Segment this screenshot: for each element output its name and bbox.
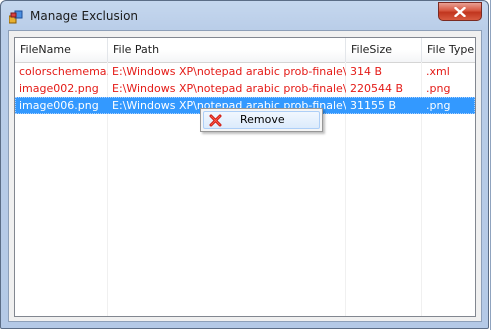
column-header-filename[interactable]: FileName [15,38,108,62]
table-row[interactable]: image002.png E:\Windows XP\notepad arabi… [15,80,475,97]
remove-label: Remove [240,113,285,126]
table-row[interactable]: colorschemema... E:\Windows XP\notepad a… [15,63,475,80]
remove-menu-item[interactable]: Remove [203,111,320,129]
cell-filename: image002.png [19,82,99,95]
column-header-filepath[interactable]: File Path [108,38,346,62]
cell-filename: colorschemema... [19,65,108,78]
cell-filesize: 314 B [350,65,383,78]
cell-filename: image006.png [19,99,99,112]
remove-x-icon [209,114,222,127]
cell-filetype: .xml [426,65,450,78]
background-window-edge [490,0,499,330]
exclusion-list[interactable]: FileName File Path FileSize File Type co… [14,37,476,317]
close-icon [454,6,466,17]
context-menu: Remove [200,108,323,132]
manage-exclusion-window: Manage Exclusion FileName File Path File… [0,0,489,329]
cell-filetype: .png [426,82,451,95]
column-header-filesize[interactable]: FileSize [346,38,422,62]
app-icon [8,10,23,24]
close-button[interactable] [438,2,482,21]
window-title: Manage Exclusion [30,9,139,23]
dialog-client-area: FileName File Path FileSize File Type co… [8,30,482,322]
cell-filepath: E:\Windows XP\notepad arabic prob-finale… [112,82,346,95]
title-bar[interactable]: Manage Exclusion [1,1,488,31]
cell-filepath: E:\Windows XP\notepad arabic prob-finale… [112,65,346,78]
cell-filesize: 220544 B [350,82,404,95]
cell-filetype: .png [426,99,451,112]
column-header-filetype[interactable]: File Type [422,38,475,62]
cell-filesize: 31155 B [350,99,397,112]
list-header: FileName File Path FileSize File Type [15,38,475,63]
